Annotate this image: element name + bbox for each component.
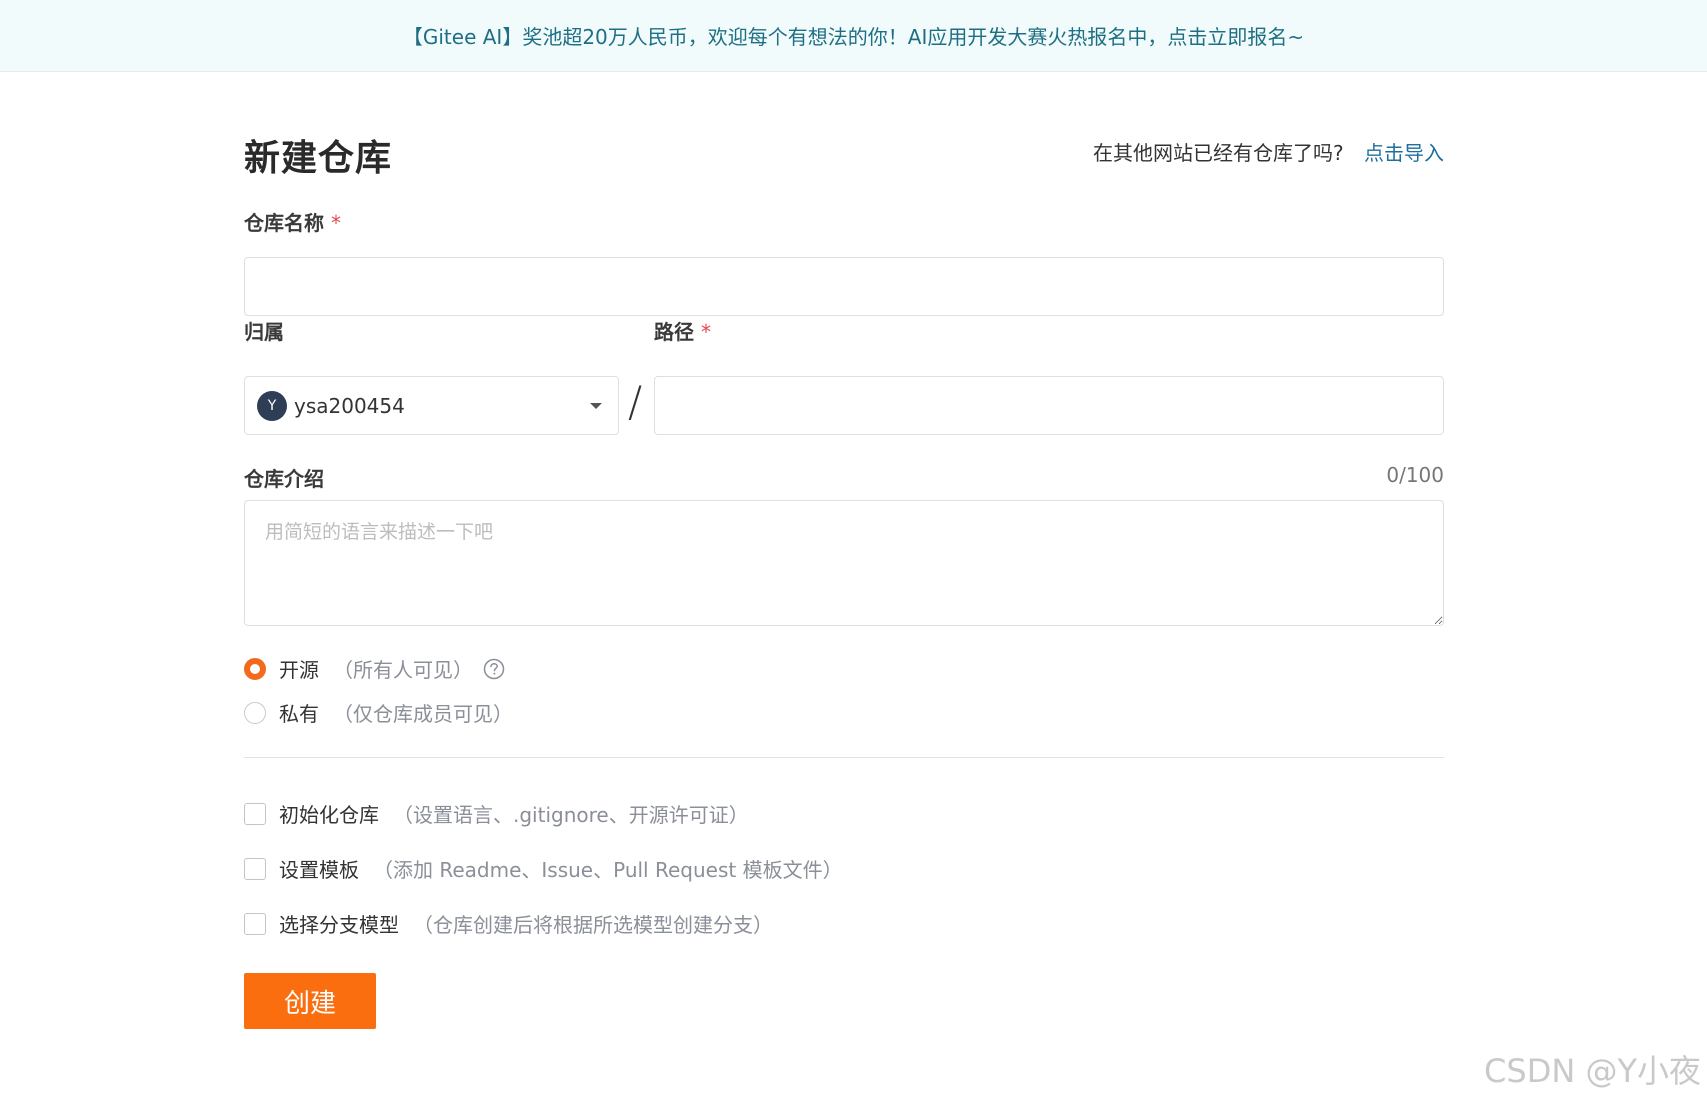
required-mark: * bbox=[701, 320, 711, 344]
template-label: 设置模板 bbox=[279, 858, 359, 882]
branch-model-label: 选择分支模型 bbox=[279, 913, 399, 937]
owner-select[interactable]: Y ysa200454 bbox=[244, 376, 619, 435]
path-label-text: 路径 bbox=[654, 320, 694, 344]
init-repo-label: 初始化仓库 bbox=[279, 803, 379, 827]
radio-private[interactable] bbox=[244, 701, 266, 724]
branch-model-option[interactable]: 选择分支模型 （仓库创建后将根据所选模型创建分支） bbox=[244, 909, 773, 938]
template-checkbox[interactable] bbox=[244, 857, 266, 880]
page-title: 新建仓库 bbox=[244, 138, 393, 179]
radio-public-hint: （所有人可见） bbox=[333, 658, 473, 682]
announcement-banner: 【Gitee AI】奖池超20万人民币，欢迎每个有想法的你！AI应用开发大赛火热… bbox=[0, 0, 1707, 72]
init-repo-hint: （设置语言、.gitignore、开源许可证） bbox=[393, 803, 749, 827]
desc-textarea[interactable] bbox=[244, 500, 1444, 626]
desc-label: 仓库介绍 bbox=[244, 467, 324, 491]
banner-link[interactable]: 【Gitee AI】奖池超20万人民币，欢迎每个有想法的你！AI应用开发大赛火热… bbox=[403, 21, 1304, 50]
radio-public-label: 开源 bbox=[279, 658, 319, 682]
visibility-private-option[interactable]: 私有 （仅仓库成员可见） bbox=[244, 698, 513, 727]
avatar: Y bbox=[257, 390, 287, 421]
branch-model-checkbox[interactable] bbox=[244, 912, 266, 935]
template-hint: （添加 Readme、Issue、Pull Request 模板文件） bbox=[373, 858, 843, 882]
branch-model-hint: （仓库创建后将根据所选模型创建分支） bbox=[413, 913, 773, 937]
path-label: 路径 * bbox=[654, 316, 711, 345]
owner-label: 归属 bbox=[244, 320, 284, 344]
radio-private-label: 私有 bbox=[279, 702, 319, 726]
create-button[interactable]: 创建 bbox=[244, 973, 376, 1029]
repo-name-label: 仓库名称 * bbox=[244, 207, 341, 236]
path-input[interactable] bbox=[654, 376, 1444, 435]
import-link[interactable]: 点击导入 bbox=[1364, 141, 1444, 165]
required-mark: * bbox=[331, 211, 341, 235]
radio-private-hint: （仅仓库成员可见） bbox=[333, 702, 513, 726]
init-repo-option[interactable]: 初始化仓库 （设置语言、.gitignore、开源许可证） bbox=[244, 799, 749, 828]
divider bbox=[244, 757, 1444, 758]
caret-down-icon bbox=[590, 402, 602, 409]
import-hint-text: 在其他网站已经有仓库了吗? bbox=[1093, 141, 1344, 165]
repo-name-input[interactable] bbox=[244, 257, 1444, 316]
path-separator: / bbox=[628, 377, 643, 426]
owner-value: ysa200454 bbox=[294, 393, 405, 418]
watermark: CSDN @Y小夜 bbox=[1484, 1052, 1701, 1090]
question-circle-icon[interactable] bbox=[483, 658, 505, 680]
template-option[interactable]: 设置模板 （添加 Readme、Issue、Pull Request 模板文件） bbox=[244, 854, 843, 883]
radio-public[interactable] bbox=[244, 657, 266, 680]
import-hint: 在其他网站已经有仓库了吗? 点击导入 bbox=[1093, 137, 1444, 166]
visibility-public-option[interactable]: 开源 （所有人可见） bbox=[244, 654, 505, 683]
init-repo-checkbox[interactable] bbox=[244, 802, 266, 825]
repo-name-label-text: 仓库名称 bbox=[244, 211, 324, 235]
desc-char-counter: 0/100 bbox=[1386, 463, 1444, 487]
